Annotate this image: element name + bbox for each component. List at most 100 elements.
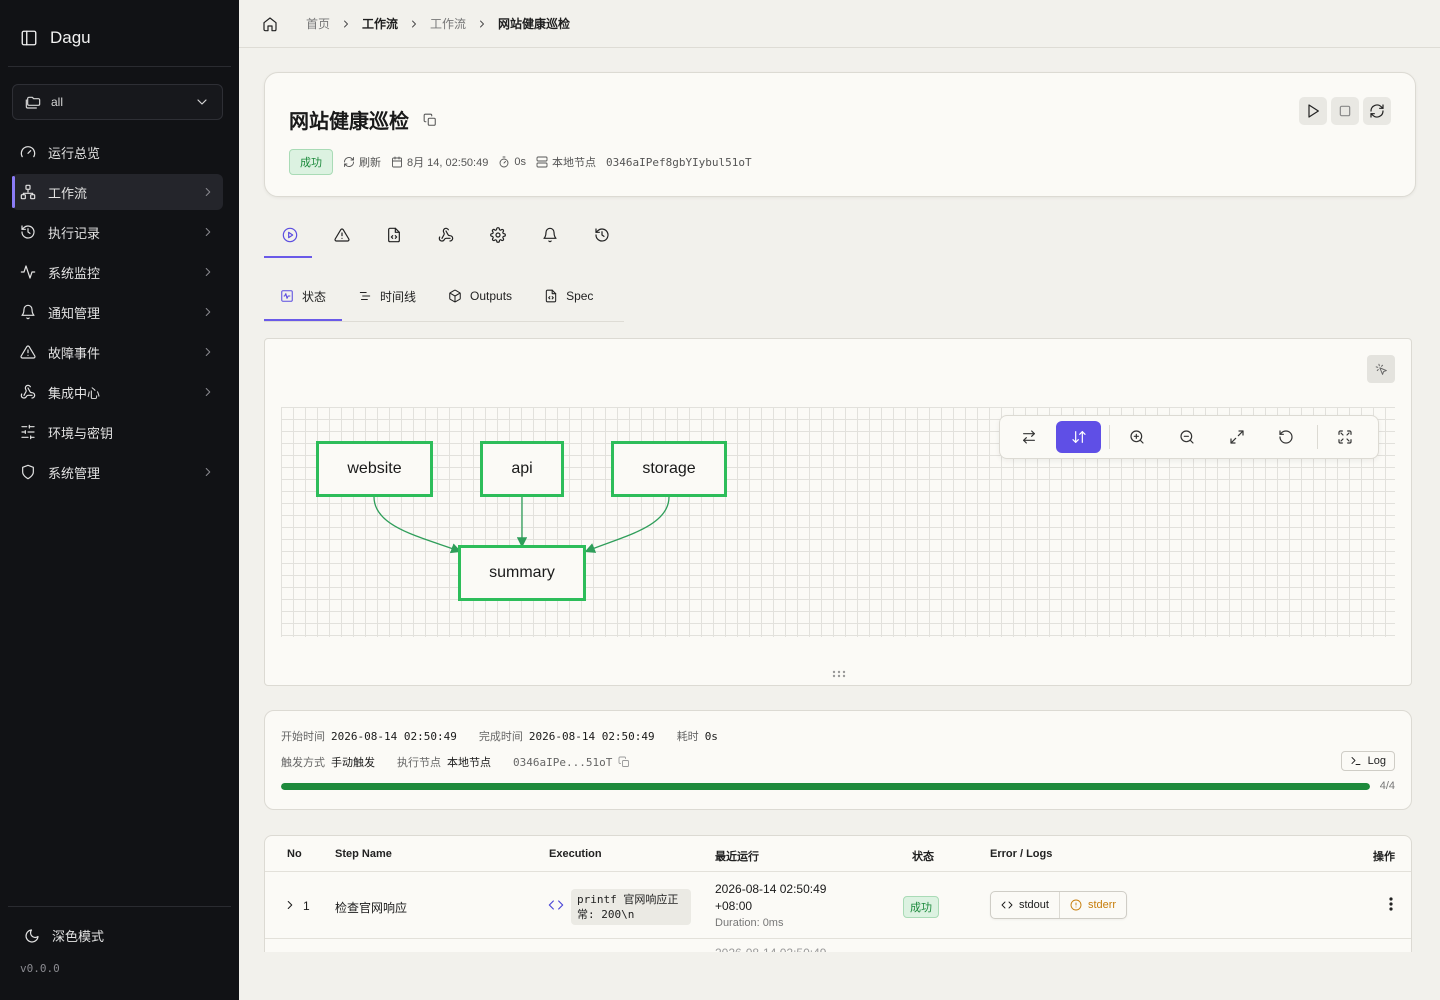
sidebar-item-label: 故障事件: [48, 345, 101, 361]
resize-handle-icon[interactable]: [832, 665, 846, 683]
sidebar-item-label: 通知管理: [48, 305, 101, 321]
chevron-right-icon: [340, 18, 352, 30]
stop-icon: [1337, 103, 1353, 119]
tab-outputs-view[interactable]: Outputs: [432, 272, 528, 320]
sidebar-item-system[interactable]: 系统管理: [12, 454, 223, 490]
copy-icon[interactable]: [423, 113, 437, 127]
zoom-out-button[interactable]: [1164, 421, 1210, 453]
run-trigger: 触发方式 手动触发 执行节点 本地节点 0346aIPe...51oT: [281, 754, 630, 770]
step-status-badge: 成功: [903, 896, 939, 918]
status-badge: 成功: [289, 149, 333, 175]
tab-settings[interactable]: [472, 212, 524, 258]
alert-circle-icon: [1070, 899, 1082, 911]
stop-button[interactable]: [1331, 97, 1359, 125]
layout-horizontal-button[interactable]: [1006, 421, 1052, 453]
moon-icon: [24, 928, 40, 944]
alert-icon: [334, 227, 350, 243]
start-button[interactable]: [1299, 97, 1327, 125]
folders-icon: [25, 94, 41, 110]
dark-mode-toggle[interactable]: 深色模式: [24, 926, 104, 945]
expand-row-icon[interactable]: [283, 898, 297, 912]
zoom-in-button[interactable]: [1114, 421, 1160, 453]
sidebar-item-integrations[interactable]: 集成中心: [12, 374, 223, 410]
refresh-button[interactable]: 刷新: [343, 154, 381, 170]
sidebar-item-workflows[interactable]: 工作流: [12, 174, 223, 210]
zoom-in-icon: [1129, 429, 1145, 445]
sidebar-divider: [8, 906, 231, 907]
app-name: Dagu: [50, 28, 91, 47]
run-view-tabs: 状态 时间线 Outputs Spec: [264, 272, 624, 322]
viewport-bottom: [239, 952, 1440, 1000]
log-button[interactable]: Log: [1340, 751, 1395, 771]
activity-square-icon: [280, 289, 294, 303]
namespace-select[interactable]: all: [12, 84, 223, 120]
brand[interactable]: Dagu: [20, 28, 91, 48]
stdout-button[interactable]: stdout: [991, 892, 1059, 918]
tab-status[interactable]: [264, 212, 316, 258]
breadcrumb-home[interactable]: 首页: [306, 15, 330, 32]
dag-meta: 成功 刷新 8月 14, 02:50:49 0s 本地节点 0346aIPef8…: [289, 149, 752, 175]
chevron-right-icon: [201, 465, 215, 479]
breadcrumb-section[interactable]: 工作流: [362, 15, 398, 32]
dag-header-card: 网站健康巡检 成功 刷新 8月 14, 02:50:49 0s 本地节点 034…: [264, 72, 1416, 197]
refresh-icon: [343, 156, 355, 168]
graph-node-website[interactable]: website: [316, 441, 433, 497]
copy-icon[interactable]: [618, 756, 630, 768]
tab-spec-file[interactable]: [368, 212, 420, 258]
sidebar-nav: 运行总览 工作流 执行记录 系统监控 通知管理 故障事件 集成中心 环境与密钥 …: [12, 134, 223, 494]
dark-mode-label: 深色模式: [52, 929, 105, 944]
tab-history[interactable]: [576, 212, 628, 258]
chevron-right-icon: [201, 225, 215, 239]
table-row[interactable]: 1 检查官网响应 printf 官网响应正 常: 200\n 2026-08-1…: [265, 872, 1411, 939]
chevron-right-icon: [201, 385, 215, 399]
run-node-id: 0346aIPef8gbYIybul51oT: [605, 155, 752, 169]
history-icon: [20, 224, 36, 240]
sidebar-item-monitoring[interactable]: 系统监控: [12, 254, 223, 290]
chevron-right-icon: [201, 305, 215, 319]
play-icon: [1305, 103, 1321, 119]
fullscreen-button[interactable]: [1322, 421, 1368, 453]
sidebar-item-history[interactable]: 执行记录: [12, 214, 223, 250]
column-header-no: No: [287, 848, 302, 860]
tab-spec-view[interactable]: Spec: [528, 272, 609, 320]
dag-icon-tabs: [264, 212, 628, 258]
tab-notifications[interactable]: [524, 212, 576, 258]
layout-vertical-button[interactable]: [1055, 421, 1102, 453]
sidebar-toggle-icon[interactable]: [20, 29, 38, 47]
stderr-button[interactable]: stderr: [1058, 892, 1126, 918]
zoom-out-icon: [1179, 429, 1195, 445]
rotate-ccw-icon: [1278, 429, 1294, 445]
pointer-mode-button[interactable]: [1367, 355, 1395, 383]
table-header: No Step Name Execution 最近运行 状态 Error / L…: [265, 836, 1411, 872]
graph-node-storage[interactable]: storage: [611, 441, 727, 497]
chevron-right-icon: [476, 18, 488, 30]
breadcrumb-subsection[interactable]: 工作流: [430, 15, 466, 32]
sidebar-item-incidents[interactable]: 故障事件: [12, 334, 223, 370]
fit-view-button[interactable]: [1214, 421, 1260, 453]
reset-view-button[interactable]: [1264, 421, 1310, 453]
sidebar-item-notifications[interactable]: 通知管理: [12, 294, 223, 330]
step-recent-run: 2026-08-14 02:50:49 +08:00 Duration: 0ms: [715, 881, 826, 932]
start-time-value: 2026-08-14 02:50:49: [331, 729, 457, 743]
tab-errors[interactable]: [316, 212, 368, 258]
home-icon[interactable]: [262, 16, 278, 32]
sidebar-item-label: 工作流: [48, 185, 88, 201]
graph-node-api[interactable]: api: [480, 441, 564, 497]
tab-timeline-view[interactable]: 时间线: [342, 272, 432, 320]
tab-webhooks[interactable]: [420, 212, 472, 258]
refresh-label: 刷新: [359, 157, 381, 169]
column-header-step[interactable]: Step Name: [335, 848, 392, 860]
exec-node-value: 本地节点: [447, 757, 491, 769]
server-icon: [536, 156, 548, 168]
more-vertical-icon[interactable]: [1389, 897, 1393, 914]
start-time-label: 开始时间: [281, 731, 325, 743]
column-header-logs: Error / Logs: [990, 848, 1053, 860]
sidebar-item-env-secrets[interactable]: 环境与密钥: [12, 414, 223, 450]
sidebar-item-overview[interactable]: 运行总览: [12, 134, 223, 170]
retry-button[interactable]: [1363, 97, 1391, 125]
graph-node-summary[interactable]: summary: [458, 545, 586, 601]
refresh-icon: [1369, 103, 1385, 119]
tab-status-view[interactable]: 状态: [264, 272, 343, 321]
end-time-value: 2026-08-14 02:50:49: [528, 729, 655, 743]
sidebar-item-label: 系统监控: [48, 265, 101, 281]
